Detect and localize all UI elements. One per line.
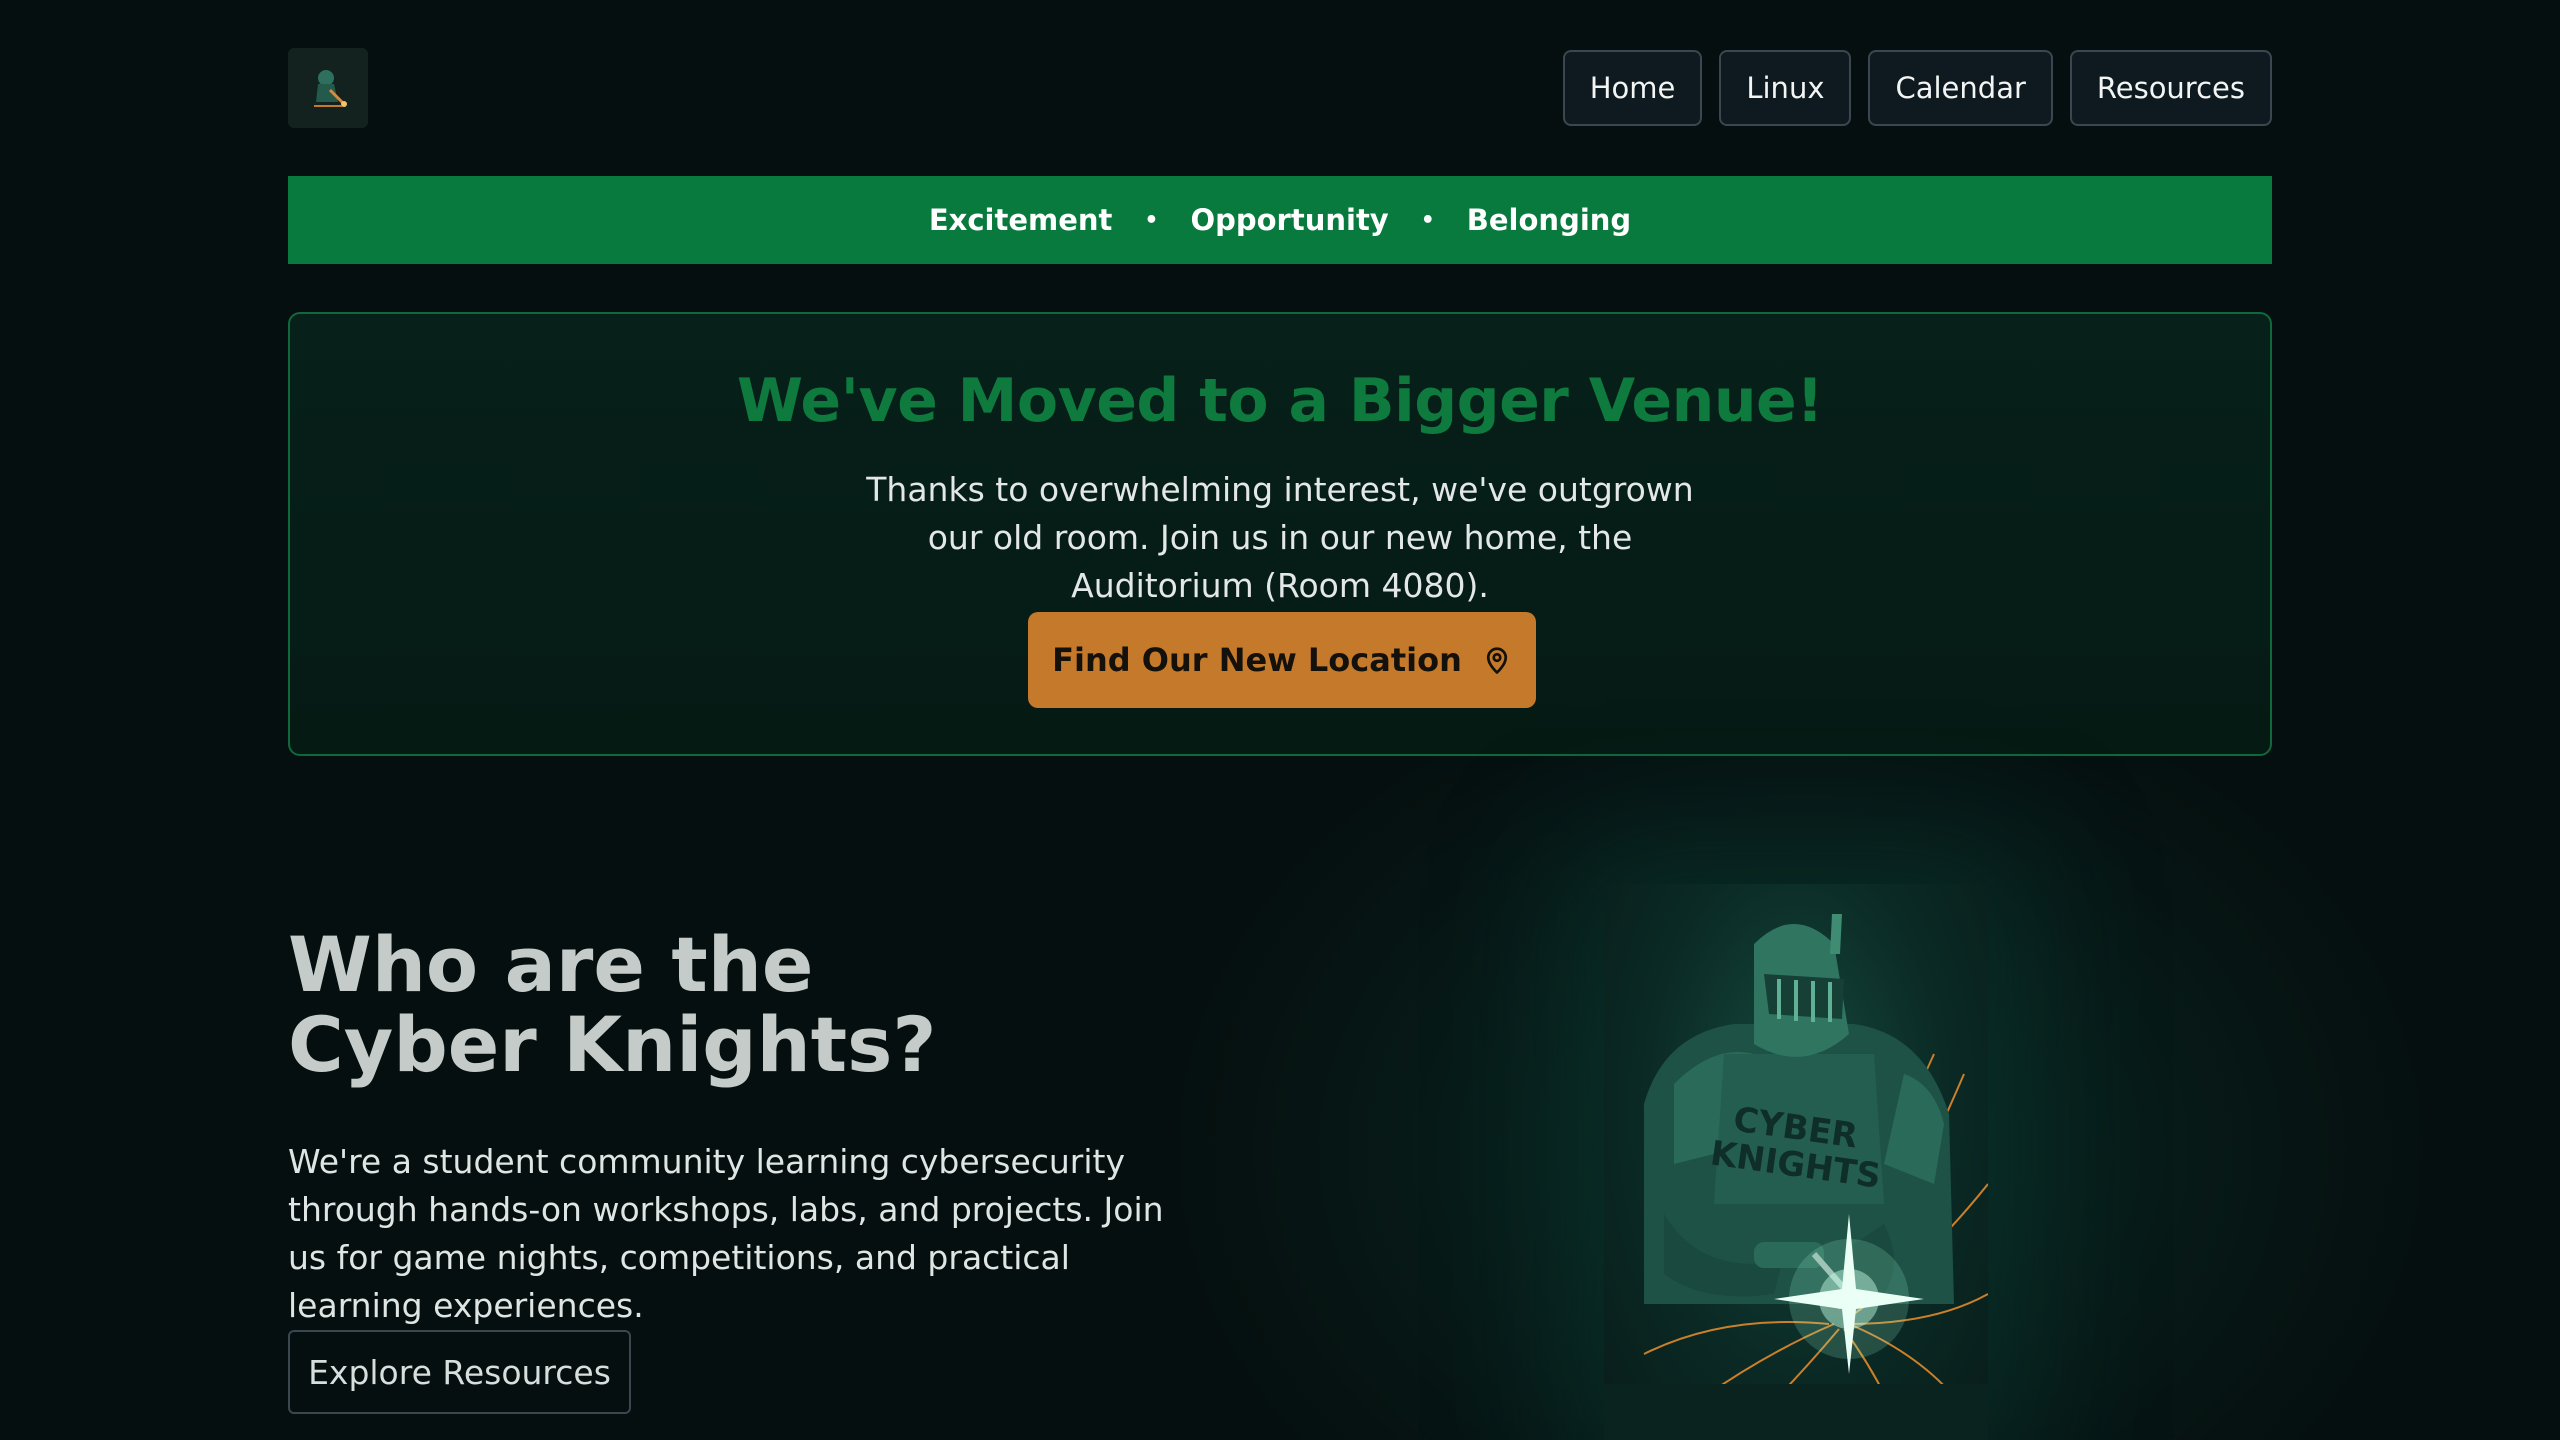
find-location-label: Find Our New Location [1052, 641, 1462, 679]
announcement-body: Thanks to overwhelming interest, we've o… [866, 470, 1694, 605]
explore-resources-button[interactable]: Explore Resources [288, 1330, 631, 1414]
nav-home-button[interactable]: Home [1562, 50, 1703, 126]
knight-welder-logo-icon [314, 70, 347, 107]
banner-separator: • [1144, 207, 1159, 233]
banner-item-excitement: Excitement [928, 203, 1113, 237]
find-location-button[interactable]: Find Our New Location [1028, 612, 1536, 708]
values-banner: Excitement • Opportunity • Belonging [288, 176, 2272, 264]
cyber-knight-illustration: CYBER KNIGHTS [1604, 884, 1988, 1440]
nav-linux-button[interactable]: Linux [1719, 50, 1852, 126]
banner-separator: • [1420, 207, 1435, 233]
banner-item-belonging: Belonging [1466, 203, 1632, 237]
map-pin-icon [1486, 647, 1507, 674]
venue-announcement: We've Moved to a Bigger Venue! Thanks to… [288, 312, 2272, 756]
about-description: We're a student community learning cyber… [288, 1142, 1164, 1325]
main-nav: Home Linux Calendar Resources [1562, 50, 2272, 126]
announcement-title: We've Moved to a Bigger Venue! [736, 366, 1824, 436]
site-logo[interactable] [288, 48, 368, 128]
knight-artwork: CYBER KNIGHTS [1604, 914, 1988, 1440]
nav-resources-button[interactable]: Resources [2069, 50, 2272, 126]
page: Home Linux Calendar Resources Excitement… [0, 0, 2560, 1440]
about-title: Who are the Cyber Knights? [288, 920, 937, 1089]
banner-item-opportunity: Opportunity [1190, 203, 1389, 237]
nav-calendar-button[interactable]: Calendar [1868, 50, 2053, 126]
